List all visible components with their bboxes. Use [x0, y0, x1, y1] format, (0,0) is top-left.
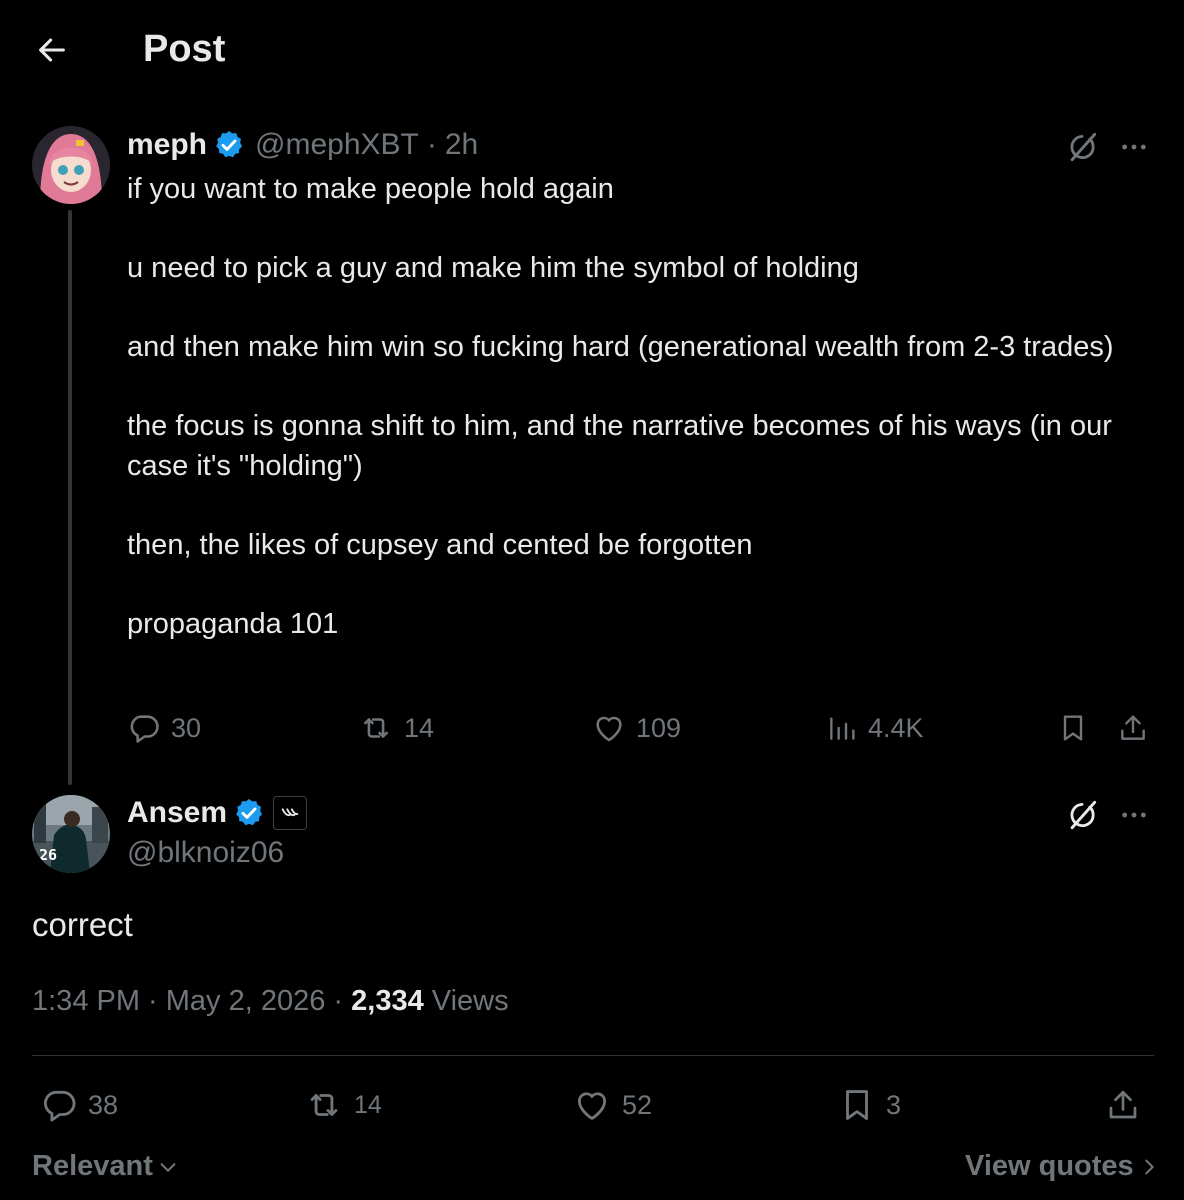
like-button[interactable]: 109 [592, 710, 681, 746]
views-count: 2,334 [351, 985, 424, 1017]
like-icon [596, 716, 622, 742]
post-meta: 1:34 PM · May 2, 2026 · 2,334 Views [32, 985, 509, 1018]
quoted-post-text: if you want to make people hold again u … [127, 170, 1137, 644]
views-icon [830, 717, 855, 740]
post-paragraph: the focus is gonna shift to him, and the… [127, 410, 1112, 482]
share-button[interactable] [1102, 1084, 1144, 1126]
like-count: 109 [636, 712, 682, 743]
chevron-down-icon [160, 1162, 176, 1172]
affiliate-logo-icon [281, 808, 299, 817]
jersey-number: 26 [39, 846, 58, 864]
views-label: Views [423, 985, 509, 1017]
bookmark-icon [846, 1090, 868, 1120]
views-button[interactable]: 4.4K [826, 710, 924, 746]
author-name[interactable]: meph [127, 128, 207, 162]
like-icon [577, 1092, 607, 1120]
avatar-meph[interactable] [32, 126, 110, 204]
header: Post [0, 0, 1184, 100]
reply-icon [130, 715, 159, 743]
share-icon [1121, 715, 1145, 740]
verified-icon [236, 799, 263, 826]
sort-dropdown[interactable]: Relevant [32, 1150, 179, 1183]
separator-dot: · [426, 128, 437, 161]
like-button[interactable]: 52 [572, 1086, 652, 1124]
repost-button[interactable]: 14 [304, 1086, 382, 1124]
main-author-row: Ansem [127, 794, 308, 832]
grok-icon [1070, 132, 1097, 162]
reply-count: 38 [88, 1089, 119, 1120]
avatar-ansem[interactable]: 26 [32, 795, 110, 873]
more-button[interactable] [1112, 125, 1156, 169]
share-button[interactable] [1114, 709, 1152, 747]
more-button[interactable] [1112, 793, 1156, 837]
reply-button[interactable]: 30 [127, 710, 201, 746]
sort-label: Relevant [32, 1150, 153, 1182]
anime-avatar-icon [32, 126, 110, 204]
post-paragraph: then, the likes of cupsey and cented be … [127, 528, 753, 561]
post-paragraph: if you want to make people hold again [127, 173, 614, 205]
verified-icon [216, 131, 243, 158]
grok-icon [1070, 800, 1097, 830]
repost-count: 14 [354, 1090, 382, 1119]
view-quotes-label: View quotes [965, 1150, 1134, 1182]
post-paragraph: and then make him win so fucking hard (g… [127, 331, 1114, 363]
bookmark-count: 3 [886, 1089, 902, 1120]
post-paragraph: u need to pick a guy and make him the sy… [127, 252, 859, 284]
author-name[interactable]: Ansem [127, 796, 227, 830]
bookmark-button[interactable] [1054, 709, 1092, 747]
chevron-right-icon [1144, 1159, 1154, 1174]
back-arrow-icon [39, 38, 65, 62]
post-time[interactable]: 2h [445, 128, 478, 162]
reply-button[interactable]: 38 [40, 1086, 118, 1124]
author-handle[interactable]: @mephXBT [255, 128, 419, 162]
bookmark-button[interactable]: 3 [838, 1086, 901, 1124]
reply-count: 30 [171, 712, 202, 743]
like-count: 52 [622, 1089, 653, 1120]
main-handle-row: @blknoiz06 [127, 834, 284, 872]
grok-button[interactable] [1060, 793, 1104, 837]
back-button[interactable] [28, 28, 76, 72]
more-icon [1122, 144, 1146, 150]
repost-icon [364, 718, 388, 738]
views-count: 4.4K [868, 712, 924, 743]
main-post-text: correct [32, 906, 133, 943]
quoted-author-row: meph @mephXBT · 2h [127, 126, 478, 164]
page-title: Post [143, 28, 226, 70]
share-icon [1109, 1090, 1137, 1119]
reply-icon [44, 1090, 76, 1122]
more-icon [1122, 812, 1146, 818]
grok-button[interactable] [1060, 125, 1104, 169]
author-handle[interactable]: @blknoiz06 [127, 836, 284, 870]
divider [32, 1055, 1154, 1056]
thread-line [68, 210, 72, 785]
bookmark-icon [1063, 715, 1083, 741]
repost-icon [310, 1094, 338, 1116]
view-quotes-link[interactable]: View quotes [965, 1150, 1160, 1183]
repost-button[interactable]: 14 [358, 710, 434, 746]
repost-count: 14 [404, 712, 435, 743]
affiliate-badge[interactable] [273, 796, 308, 830]
post-timestamp[interactable]: 1:34 PM · May 2, 2026 · [32, 985, 351, 1017]
post-paragraph: propaganda 101 [127, 607, 339, 640]
